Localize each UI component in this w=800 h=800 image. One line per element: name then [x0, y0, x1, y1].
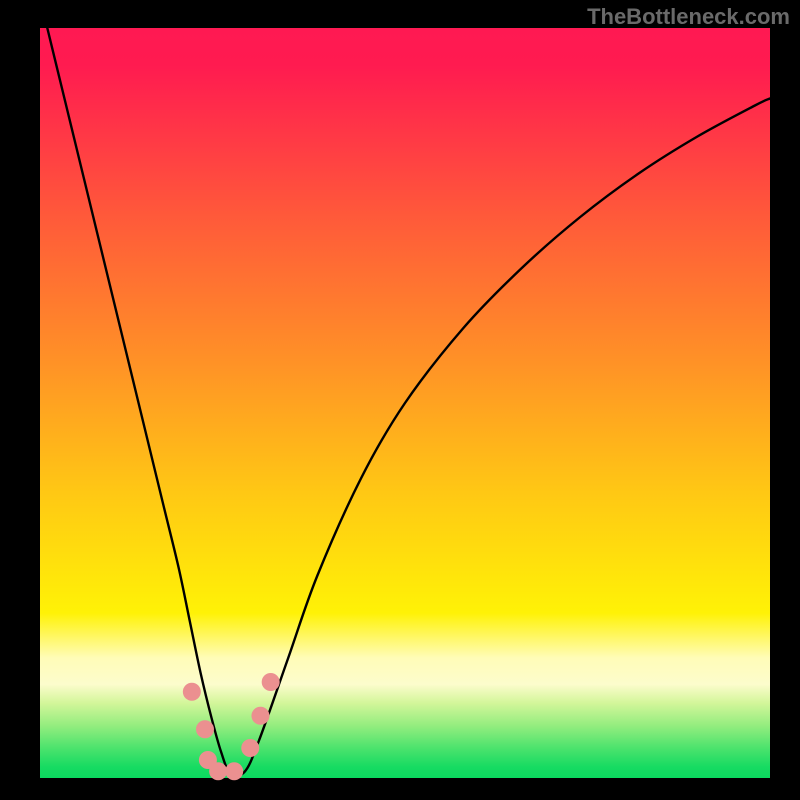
bottleneck-chart	[0, 0, 800, 800]
chart-container: TheBottleneck.com	[0, 0, 800, 800]
watermark-text: TheBottleneck.com	[587, 4, 790, 30]
curve-marker	[183, 683, 201, 701]
curve-marker	[262, 673, 280, 691]
curve-marker	[251, 707, 269, 725]
curve-marker	[241, 739, 259, 757]
curve-marker	[225, 762, 243, 780]
curve-marker	[209, 762, 227, 780]
curve-marker	[196, 720, 214, 738]
